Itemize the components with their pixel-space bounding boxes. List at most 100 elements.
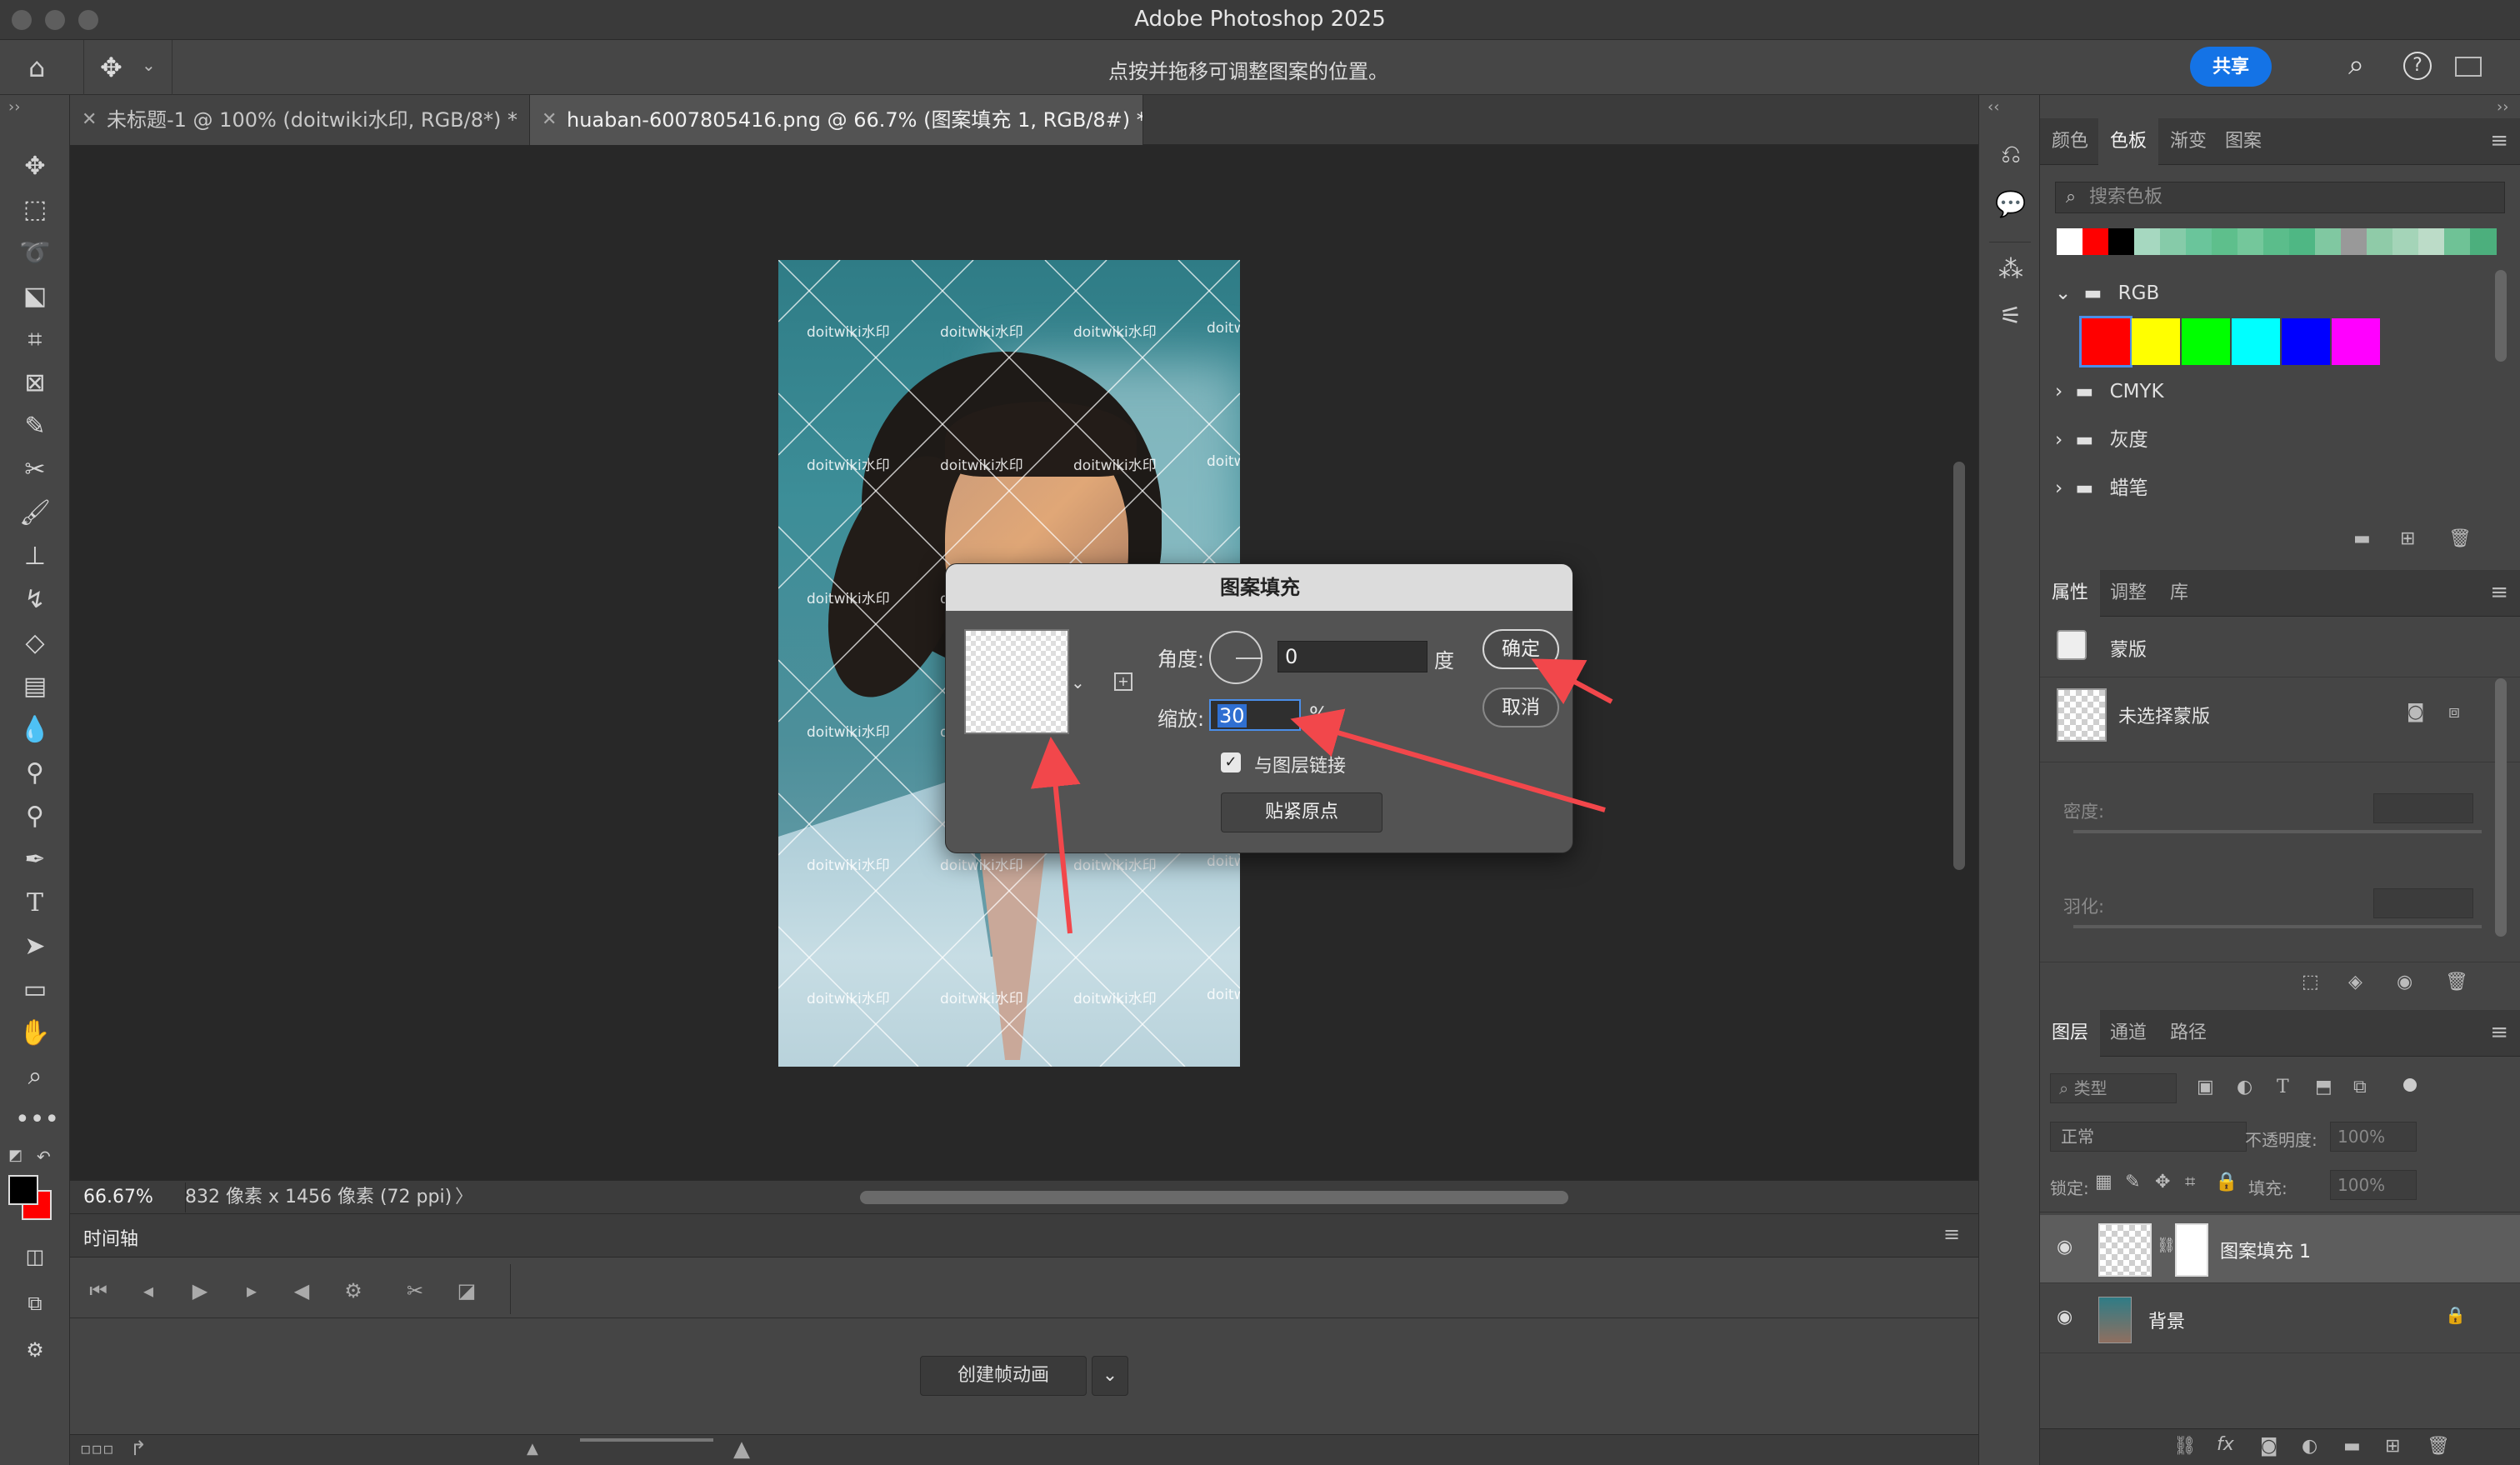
swatch-search-input[interactable]: 搜索色板 xyxy=(2055,182,2505,213)
help-icon[interactable]: ? xyxy=(2403,52,2432,80)
swatch[interactable] xyxy=(2263,228,2290,255)
eyedropper-tool-icon[interactable]: ✎ xyxy=(15,408,55,445)
play-icon[interactable]: ▶ xyxy=(183,1279,217,1302)
layer-row-background[interactable]: ◉ 背景 🔒 xyxy=(2040,1285,2520,1353)
filter-adjustment-icon[interactable]: ◐ xyxy=(2237,1077,2252,1098)
swatch-group-cmyk[interactable]: › ▬ CMYK xyxy=(2055,368,2505,415)
hand-tool-icon[interactable]: ✋ xyxy=(15,1015,55,1052)
swatch[interactable] xyxy=(2341,228,2368,255)
type-tool-icon[interactable]: T xyxy=(15,885,55,922)
fx-icon[interactable]: fx xyxy=(2217,1434,2234,1455)
swatch-group-grayscale[interactable]: › ▬ 灰度 xyxy=(2055,417,2505,463)
swatch[interactable] xyxy=(2367,228,2393,255)
new-preset-icon[interactable]: + xyxy=(1114,672,1132,691)
swatch[interactable] xyxy=(2108,228,2135,255)
convert-icon[interactable]: ↱ xyxy=(130,1437,147,1460)
pixel-mask-icon[interactable]: ◙ xyxy=(2407,702,2424,722)
zoom-in-mountain-icon[interactable]: ▲ xyxy=(733,1437,750,1462)
gradient-tool-icon[interactable]: ▤ xyxy=(15,668,55,705)
tab-channels[interactable]: 通道 xyxy=(2098,1010,2158,1057)
feather-slider[interactable] xyxy=(2073,925,2482,928)
close-icon[interactable]: ✕ xyxy=(542,95,557,145)
swatch[interactable] xyxy=(2470,228,2497,255)
panel-menu-icon[interactable]: ≡ xyxy=(1943,1222,1960,1246)
healing-tool-icon[interactable]: ✂ xyxy=(15,452,55,488)
lock-transparent-icon[interactable]: ▦ xyxy=(2095,1172,2112,1192)
panel-menu-icon[interactable]: ≡ xyxy=(2490,128,2508,153)
chevron-down-icon[interactable]: ⌄ xyxy=(1092,1356,1128,1396)
swatch-group-pastel[interactable]: › ▬ 蜡笔 xyxy=(2055,465,2505,512)
timeline-title[interactable]: 时间轴 xyxy=(83,1224,138,1251)
angle-dial[interactable] xyxy=(1209,631,1262,684)
crop-tool-icon[interactable]: ⌗ xyxy=(15,322,55,358)
zoom-out-mountain-icon[interactable]: ▲ xyxy=(527,1440,538,1458)
new-layer-icon[interactable]: ⊞ xyxy=(2385,1436,2400,1457)
properties-scrollbar[interactable] xyxy=(2495,678,2507,937)
more-tools-icon[interactable]: ••• xyxy=(15,1102,59,1138)
adjustment-layer-icon[interactable]: ◐ xyxy=(2302,1436,2318,1457)
edit-toolbar-icon[interactable]: ⚙ xyxy=(15,1332,55,1368)
swatch[interactable] xyxy=(2289,228,2316,255)
swatch[interactable] xyxy=(2315,228,2342,255)
zoom-level[interactable]: 66.67% xyxy=(83,1181,153,1214)
swatch[interactable] xyxy=(2182,318,2230,365)
horizontal-scrollbar[interactable] xyxy=(860,1191,1568,1204)
swatch[interactable] xyxy=(2418,228,2445,255)
swatch[interactable] xyxy=(2332,318,2380,365)
swatch[interactable] xyxy=(2057,228,2083,255)
swatch[interactable] xyxy=(2132,318,2180,365)
zoom-tool-icon[interactable]: ⌕ xyxy=(15,1058,55,1095)
swatch-scrollbar[interactable] xyxy=(2495,270,2507,362)
cancel-button[interactable]: 取消 xyxy=(1482,688,1559,728)
group-folder-icon[interactable]: ▬ xyxy=(2343,1436,2361,1457)
swap-colors-icon[interactable]: ↶ xyxy=(37,1147,51,1167)
lock-pixels-icon[interactable]: ✎ xyxy=(2125,1172,2140,1192)
foreground-color-swatch[interactable] xyxy=(8,1175,38,1205)
tab-properties[interactable]: 属性 xyxy=(2040,570,2101,617)
workspace-icon[interactable] xyxy=(2455,57,2482,77)
comments-icon[interactable]: 💬 xyxy=(1992,187,2029,223)
swatch[interactable] xyxy=(2392,228,2419,255)
new-swatch-icon[interactable]: ⊞ xyxy=(2400,528,2415,549)
adjustments-sliders-icon[interactable]: ⚟ xyxy=(1992,298,2029,335)
history-icon[interactable]: ⎌ xyxy=(1992,137,2029,173)
history-brush-tool-icon[interactable]: ↯ xyxy=(15,582,55,618)
panel-menu-icon[interactable]: ≡ xyxy=(2490,580,2508,605)
doc-tab-huaban[interactable]: ✕ huaban-6007805416.png @ 66.7% (图案填充 1,… xyxy=(530,95,1143,145)
path-select-tool-icon[interactable]: ➤ xyxy=(15,928,55,965)
ok-button[interactable]: 确定 xyxy=(1482,629,1559,669)
tab-layers[interactable]: 图层 xyxy=(2040,1010,2101,1057)
vector-mask-icon[interactable]: ⧈ xyxy=(2448,702,2460,722)
collapse-icon[interactable]: ›› xyxy=(8,98,20,116)
swatch[interactable] xyxy=(2212,228,2238,255)
next-frame-icon[interactable]: ▸ xyxy=(235,1279,268,1302)
blur-tool-icon[interactable]: 💧 xyxy=(15,712,55,748)
default-colors-icon[interactable]: ◩ xyxy=(8,1147,22,1164)
snap-to-origin-button[interactable]: 贴紧原点 xyxy=(1221,792,1382,832)
swatch-group-rgb[interactable]: ⌄ ▬ RGB xyxy=(2055,270,2505,317)
search-icon[interactable]: ⌕ xyxy=(2348,48,2364,82)
settings-gear-icon[interactable]: ⚙ xyxy=(337,1279,370,1302)
brush-tool-icon[interactable]: 🖌 xyxy=(15,495,55,532)
angle-input[interactable]: 0 xyxy=(1278,641,1428,672)
transition-icon[interactable]: ◪ xyxy=(450,1279,483,1302)
panel-menu-icon[interactable]: ≡ xyxy=(2490,1020,2508,1045)
swatch[interactable] xyxy=(2160,228,2187,255)
object-select-tool-icon[interactable]: ⬕ xyxy=(15,278,55,315)
marquee-tool-icon[interactable]: ⬚ xyxy=(15,192,55,228)
tab-color[interactable]: 颜色 xyxy=(2040,118,2100,165)
brush-settings-icon[interactable]: ⁂ xyxy=(1992,252,2029,288)
collapse-icon[interactable]: ›› xyxy=(2497,98,2508,116)
load-selection-icon[interactable]: ⬚ xyxy=(2302,972,2319,992)
tab-patterns[interactable]: 图案 xyxy=(2213,118,2273,165)
trash-icon[interactable]: 🗑 xyxy=(2427,1436,2450,1457)
stamp-tool-icon[interactable]: ⊥ xyxy=(15,538,55,575)
lock-all-icon[interactable]: 🔒 xyxy=(2215,1172,2238,1192)
link-icon[interactable]: ⛓ xyxy=(2157,1237,2176,1254)
swatch[interactable] xyxy=(2282,318,2330,365)
scale-input[interactable]: 30 xyxy=(1209,699,1301,731)
close-icon[interactable]: ✕ xyxy=(82,95,97,145)
fill-input[interactable]: 100% xyxy=(2330,1170,2417,1200)
eye-icon[interactable]: ◉ xyxy=(2397,972,2412,992)
filter-type-icon[interactable]: T xyxy=(2277,1077,2289,1098)
